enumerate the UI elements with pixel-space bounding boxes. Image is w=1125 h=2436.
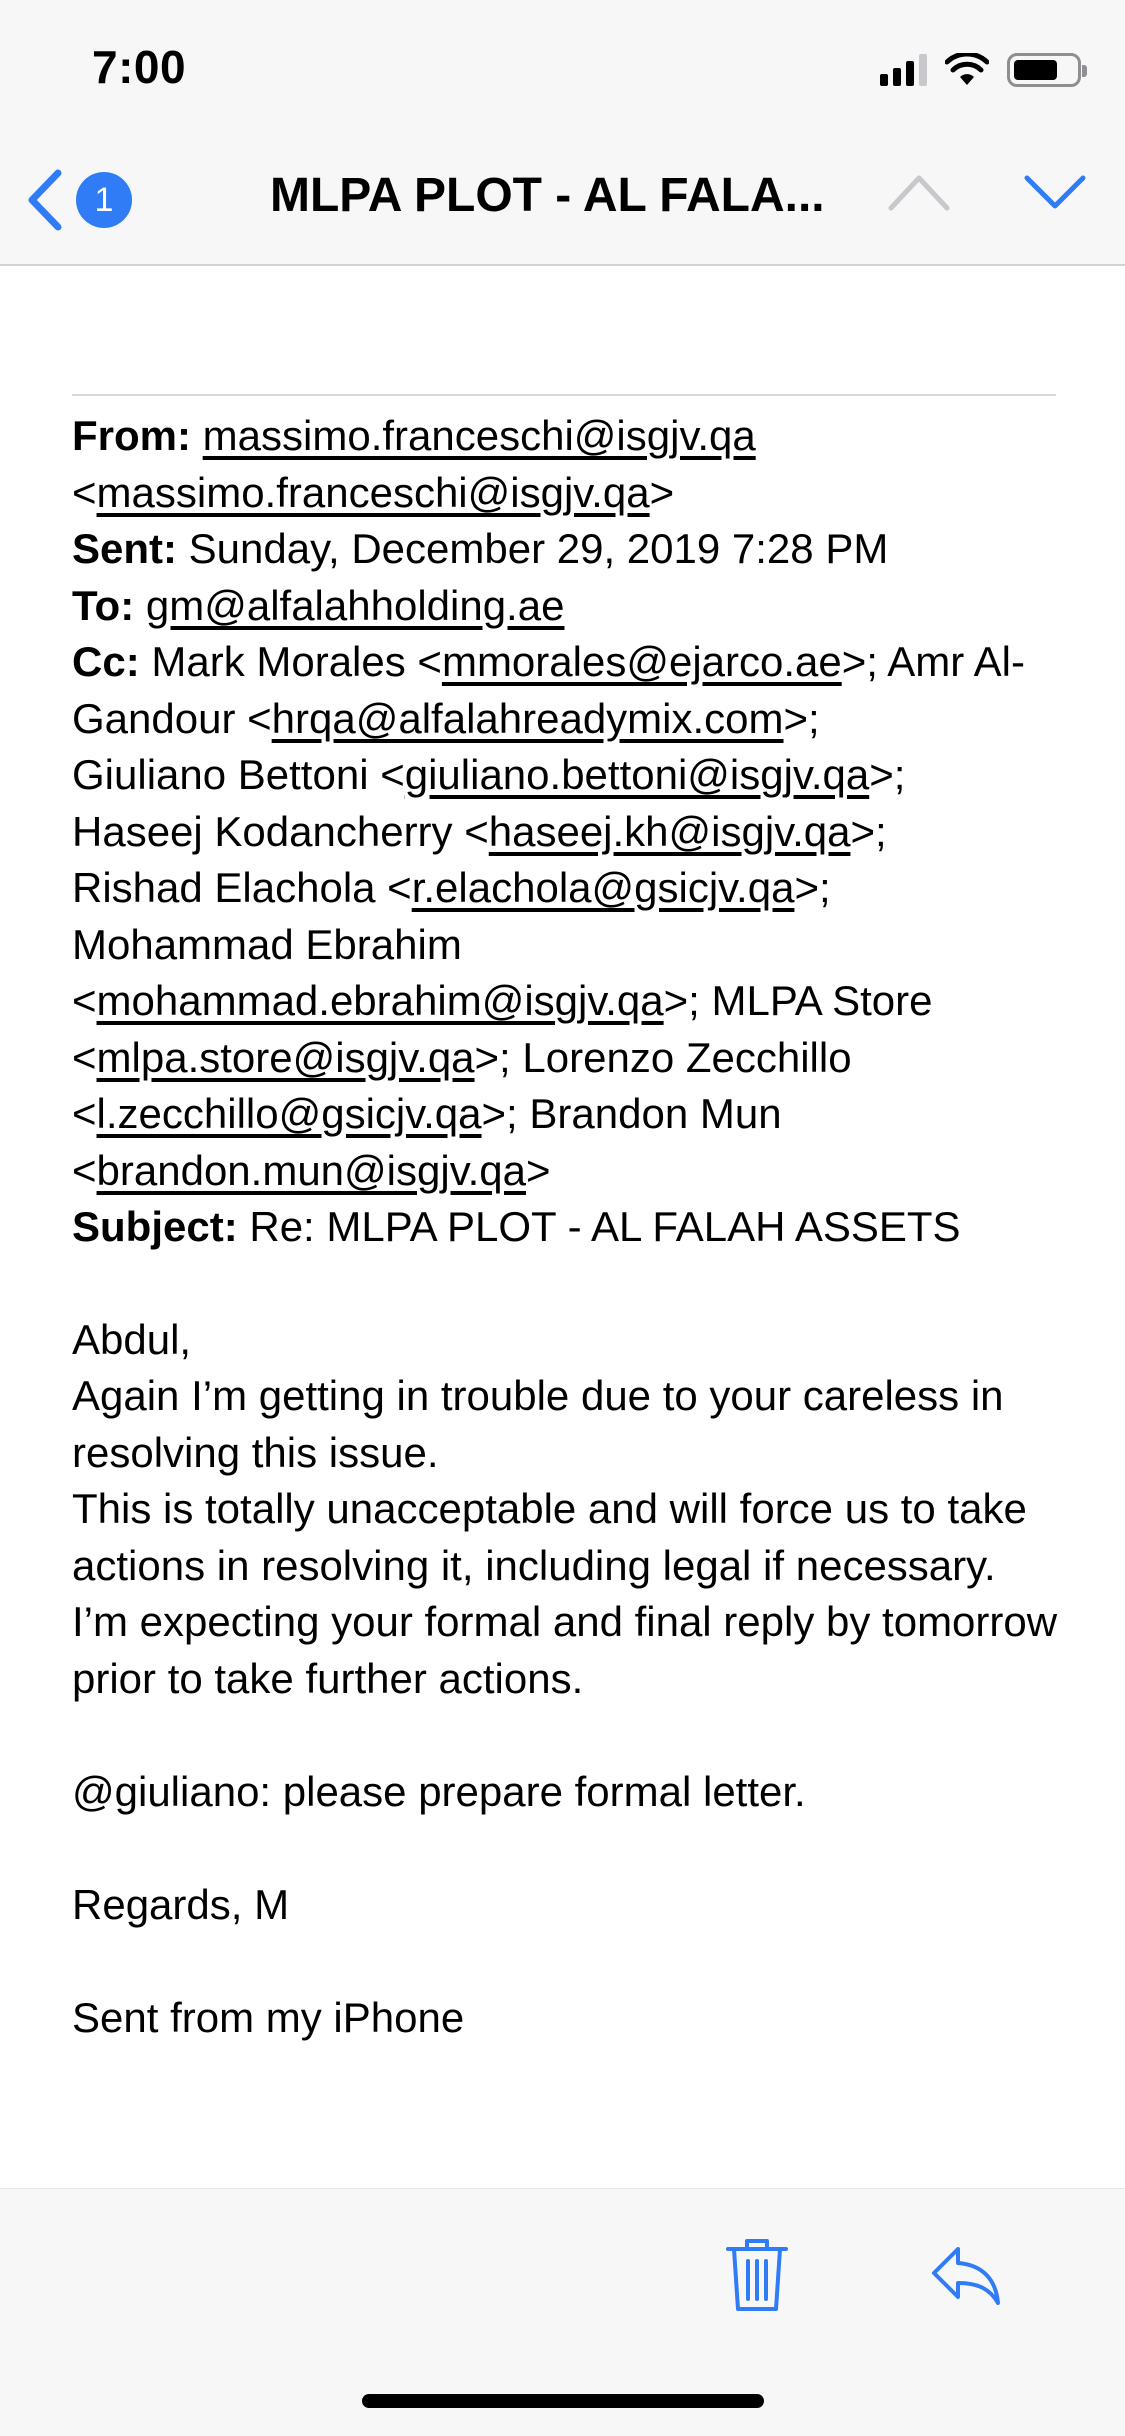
wifi-icon — [945, 53, 989, 85]
reply-icon[interactable] — [928, 2243, 1004, 2309]
to-email-link[interactable]: gm@alfalahholding.ae — [146, 582, 565, 629]
cc-name: Rishad Elachola — [72, 864, 376, 911]
cc-recipient: Haseej Kodancherry <haseej.kh@isgjv.qa>; — [72, 807, 887, 855]
from-line: From: massimo.franceschi@isgjv.qa <massi… — [72, 412, 756, 516]
previous-message-icon[interactable] — [887, 172, 951, 212]
cc-name: MLPA Store — [711, 977, 933, 1024]
cc-email-link[interactable]: hrqa@alfalahreadymix.com — [272, 695, 784, 742]
signature: Sent from my iPhone — [72, 1993, 465, 2041]
cc-email-link[interactable]: mlpa.store@isgjv.qa — [97, 1034, 475, 1081]
signal-icon — [880, 54, 927, 86]
email-content: From: massimo.franceschi@isgjv.qa <massi… — [72, 408, 1072, 2046]
subject-label: Subject: — [72, 1203, 238, 1250]
body-paragraph: I’m expecting your formal and final repl… — [72, 1598, 1058, 1702]
quoted-message-divider — [72, 394, 1056, 396]
cc-recipient: Mohammad Ebrahim <mohammad.ebrahim@isgjv.… — [72, 920, 700, 1025]
sent-line: Sent: Sunday, December 29, 2019 7:28 PM — [72, 521, 1072, 578]
cc-email-link[interactable]: giuliano.bettoni@isgjv.qa — [405, 751, 869, 798]
cc-email-link[interactable]: mmorales@ejarco.ae — [442, 638, 842, 685]
body-paragraph: This is totally unacceptable and will fo… — [72, 1485, 1027, 1589]
status-icons — [880, 50, 1087, 90]
cc-name: Brandon Mun — [529, 1090, 782, 1137]
back-chevron-icon — [28, 169, 62, 231]
body-paragraph: Again I’m getting in trouble due to your… — [72, 1372, 1004, 1476]
trash-icon[interactable] — [722, 2235, 792, 2315]
unread-badge: 1 — [76, 172, 132, 228]
subject-line: Subject: Re: MLPA PLOT - AL FALAH ASSETS — [72, 1199, 1072, 1256]
cc-label: Cc: — [72, 638, 140, 685]
thread-title: MLPA PLOT - AL FALA... — [270, 169, 825, 222]
battery-icon — [1007, 53, 1087, 87]
home-indicator[interactable] — [362, 2394, 764, 2408]
cc-recipient: Rishad Elachola <r.elachola@gsicjv.qa>; — [72, 864, 831, 911]
cc-recipient: Mark Morales <mmorales@ejarco.ae>; — [151, 638, 878, 685]
cc-line: Cc: Mark Morales <mmorales@ejarco.ae>; A… — [72, 634, 1072, 1199]
cc-email-link[interactable]: r.elachola@gsicjv.qa — [412, 864, 795, 911]
top-chrome: 7:00 1 MLPA PLOT - AL FALA... — [0, 0, 1125, 266]
subject-value: Re: MLPA PLOT - AL FALAH ASSETS — [249, 1203, 961, 1250]
sent-label: Sent: — [72, 525, 177, 572]
message-navigation — [887, 172, 1087, 212]
cc-name: Lorenzo Zecchillo — [522, 1033, 852, 1081]
cc-email-link[interactable]: l.zecchillo@gsicjv.qa — [97, 1090, 482, 1137]
cc-email-link[interactable]: haseej.kh@isgjv.qa — [489, 808, 851, 855]
from-email-link[interactable]: massimo.franceschi@isgjv.qa — [203, 412, 756, 459]
from-label: From: — [72, 412, 191, 459]
cc-name: Mark Morales — [151, 638, 406, 685]
to-line: To: gm@alfalahholding.ae — [72, 578, 1072, 635]
cc-name: Giuliano Bettoni — [72, 751, 369, 798]
next-message-icon[interactable] — [1023, 172, 1087, 212]
from-email-bracketed-link[interactable]: massimo.franceschi@isgjv.qa — [97, 469, 650, 516]
cc-email-link[interactable]: mohammad.ebrahim@isgjv.qa — [97, 977, 664, 1024]
to-label: To: — [72, 581, 135, 629]
body-paragraph: @giuliano: please prepare formal letter. — [72, 1767, 806, 1815]
cc-email-link[interactable]: brandon.mun@isgjv.qa — [97, 1147, 526, 1194]
greeting: Abdul, — [72, 1315, 192, 1363]
sent-value: Sunday, December 29, 2019 7:28 PM — [188, 525, 889, 572]
status-time: 7:00 — [92, 41, 187, 93]
cc-recipient: Giuliano Bettoni <giuliano.bettoni@isgjv… — [72, 751, 906, 798]
message-body: Abdul, Again I’m getting in trouble due … — [72, 1312, 1072, 2047]
cc-name: Haseej Kodancherry — [72, 807, 453, 855]
sign-off: Regards, M — [72, 1880, 290, 1928]
back-button[interactable]: 1 — [24, 162, 132, 238]
cc-name: Mohammad Ebrahim — [72, 920, 462, 968]
